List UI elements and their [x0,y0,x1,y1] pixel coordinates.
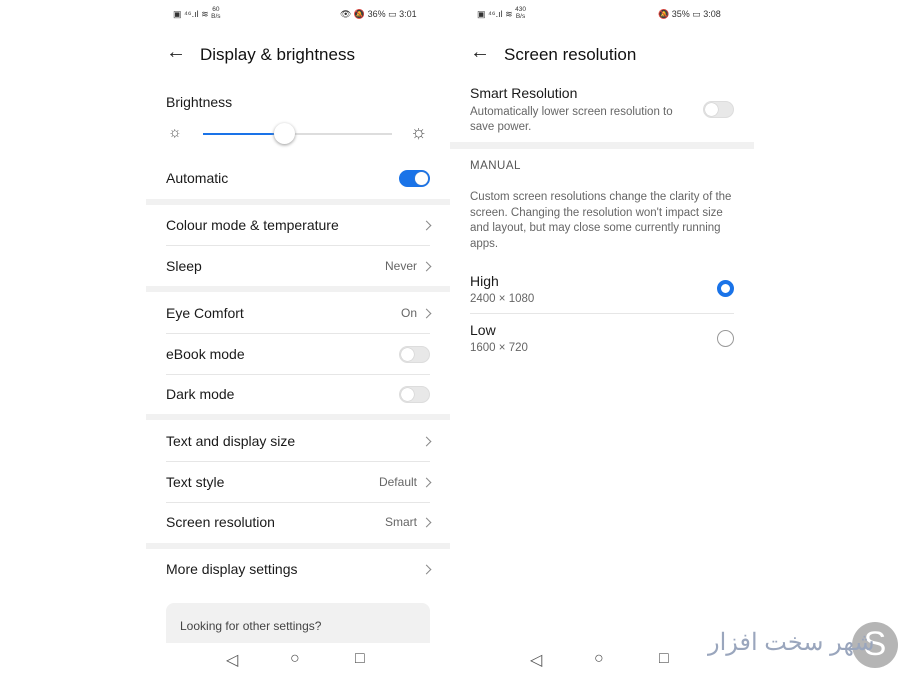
option-low-radio[interactable] [717,330,734,347]
net-speed: 430 [515,6,526,13]
row-label: Eye Comfort [166,305,244,321]
row-label: Text and display size [166,433,296,449]
option-high-label: High [470,273,499,289]
row-label: Sleep [166,258,202,274]
chevron-right-icon [421,477,432,487]
chevron-right-icon [421,564,432,574]
status-right: 👁 🔕 36% ▭ 3:01 [340,9,417,19]
watermark-text: شهر سخت افزار [708,629,875,656]
sun-large-icon: ☼ [410,122,428,143]
net-speed-unit: B/s [515,13,526,20]
row-label: Dark mode [166,386,235,402]
net-speed-block: 430 B/s [515,6,526,20]
search-settings-card[interactable]: Looking for other settings? [166,603,430,643]
slider-thumb[interactable] [274,123,296,144]
smart-resolution-toggle[interactable] [703,101,734,118]
page-title: Display & brightness [200,45,355,64]
chevron-right-icon [421,220,432,230]
net-speed-unit: B/s [211,13,221,20]
option-low-label: Low [470,322,496,338]
back-arrow-icon[interactable]: ← [470,41,490,64]
automatic-toggle[interactable] [399,169,430,187]
slider-fill [203,133,285,135]
divider [166,245,430,246]
divider [166,333,430,334]
automatic-label: Automatic [166,170,229,186]
nav-back-icon[interactable]: ◁ [530,650,542,670]
divider [470,313,734,314]
row-text-style[interactable]: Text style Default [166,472,432,492]
divider [166,461,430,462]
brightness-label: Brightness [166,94,233,110]
chevron-right-icon [421,308,432,318]
row-label: More display settings [166,561,298,577]
option-high-radio[interactable] [717,280,734,297]
net-speed-block: 60 B/s [211,6,220,20]
nav-home-icon[interactable]: ○ [290,650,300,668]
back-arrow-icon[interactable]: ← [166,41,186,64]
nav-recents-icon[interactable]: □ [659,650,669,668]
page-title: Screen resolution [504,45,637,64]
brightness-slider[interactable] [203,123,392,144]
chevron-right-icon [421,261,432,271]
row-text-display-size[interactable]: Text and display size [166,431,432,451]
option-high-res: 2400 × 1080 [470,293,535,305]
status-right: 🔕 35% ▭ 3:08 [658,9,721,19]
dark-mode-toggle[interactable] [399,385,430,403]
clock: 3:01 [399,9,417,19]
row-screen-resolution[interactable]: Screen resolution Smart [166,512,432,532]
signal-icons: ▣ ⁴⁶.ıl ≋ 60 B/s [173,6,221,20]
battery-percent: 36% [367,9,386,19]
row-label: Screen resolution [166,514,275,530]
section-divider [146,286,450,292]
divider [166,502,430,503]
row-value: Never [384,259,417,273]
divider [166,374,430,375]
info-text: Custom screen resolutions change the cla… [470,191,732,250]
chevron-right-icon [421,517,432,527]
ebook-toggle[interactable] [399,345,430,363]
search-card-text: Looking for other settings? [180,619,322,633]
clock: 3:08 [703,9,721,19]
row-dark-mode[interactable]: Dark mode [166,384,430,404]
section-header: MANUAL [470,160,521,172]
option-low-res: 1600 × 720 [470,342,528,354]
sun-small-icon: ☼ [168,124,182,141]
row-ebook-mode[interactable]: eBook mode [166,344,430,364]
chevron-right-icon [421,436,432,446]
section-divider [450,142,754,149]
row-value: Default [378,475,417,489]
signal-icons: ▣ ⁴⁶.ıl ≋ 430 B/s [477,6,526,20]
smart-resolution-desc: Automatically lower screen resolution to… [470,106,673,133]
smart-resolution-label: Smart Resolution [470,85,578,101]
nav-back-icon[interactable]: ◁ [226,650,238,670]
automatic-row[interactable]: Automatic [166,168,430,188]
nav-recents-icon[interactable]: □ [355,650,365,668]
battery-percent: 35% [671,9,690,19]
section-divider [146,543,450,549]
row-colour-mode[interactable]: Colour mode & temperature [166,215,432,235]
row-more-display-settings[interactable]: More display settings [166,559,432,579]
section-divider [146,199,450,205]
row-sleep[interactable]: Sleep Never [166,256,432,276]
row-value: On [400,306,417,320]
row-value: Smart [384,515,417,529]
section-divider [146,414,450,420]
row-eye-comfort[interactable]: Eye Comfort On [166,303,432,323]
net-speed: 60 [212,6,220,13]
row-label: Colour mode & temperature [166,217,339,233]
row-label: eBook mode [166,346,245,362]
nav-home-icon[interactable]: ○ [594,650,604,668]
row-label: Text style [166,474,225,490]
